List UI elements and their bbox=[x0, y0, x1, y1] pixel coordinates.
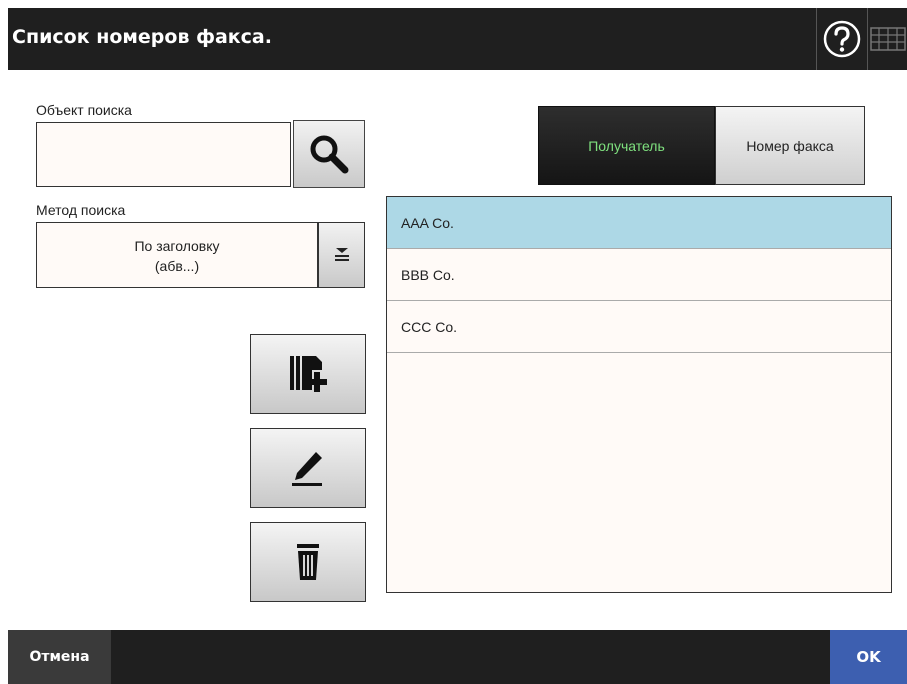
search-method-value-line1: По заголовку bbox=[134, 238, 220, 254]
keyboard-button[interactable] bbox=[868, 8, 907, 70]
dropdown-icon bbox=[334, 248, 349, 261]
list-item[interactable]: AAA Co. bbox=[387, 197, 891, 249]
cancel-button[interactable]: Отмена bbox=[8, 630, 111, 684]
keyboard-icon bbox=[869, 27, 906, 51]
tab-recipient[interactable]: Получатель bbox=[538, 106, 715, 185]
search-label: Объект поиска bbox=[36, 102, 132, 118]
search-method-label: Метод поиска bbox=[36, 202, 126, 218]
search-icon bbox=[310, 135, 349, 174]
list-item[interactable]: CCC Co. bbox=[387, 301, 891, 353]
edit-icon bbox=[292, 452, 322, 486]
delete-button[interactable] bbox=[250, 522, 366, 602]
search-method-value-line2: (абв...) bbox=[154, 258, 200, 274]
list-item[interactable]: BBB Co. bbox=[387, 249, 891, 301]
trash-icon bbox=[297, 544, 319, 580]
footer-bar: Отмена OK bbox=[8, 630, 907, 684]
help-button[interactable] bbox=[816, 8, 868, 70]
add-entry-icon bbox=[290, 356, 327, 392]
edit-button[interactable] bbox=[250, 428, 366, 508]
search-method-dropdown-button[interactable] bbox=[318, 222, 365, 288]
add-entry-button[interactable] bbox=[250, 334, 366, 414]
title-bar: Список номеров факса. bbox=[8, 8, 907, 70]
fax-recipient-list: AAA Co. BBB Co. CCC Co. bbox=[386, 196, 892, 593]
help-icon bbox=[823, 20, 861, 58]
ok-button[interactable]: OK bbox=[830, 630, 907, 684]
search-method-select[interactable]: По заголовку (абв...) bbox=[36, 222, 318, 288]
search-input[interactable] bbox=[36, 122, 291, 187]
page-title: Список номеров факса. bbox=[12, 26, 272, 48]
main-content: Объект поиска Метод поиска По заголовку … bbox=[8, 70, 907, 630]
search-button[interactable] bbox=[293, 120, 365, 188]
tab-fax-number[interactable]: Номер факса bbox=[715, 106, 865, 185]
